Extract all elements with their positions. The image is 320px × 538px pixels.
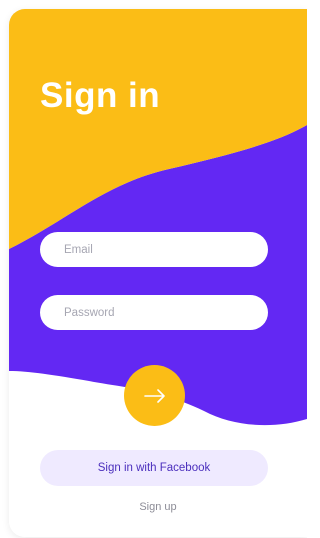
signup-link[interactable]: Sign up [9, 501, 307, 513]
facebook-signin-button[interactable]: Sign in with Facebook [40, 450, 268, 486]
arrow-right-icon [143, 388, 165, 403]
password-input[interactable] [40, 295, 268, 330]
email-input[interactable] [40, 232, 268, 267]
signin-screen: Sign in Sign in with Facebook Sign up [0, 0, 307, 538]
signin-card: Sign in Sign in with Facebook Sign up [9, 9, 307, 537]
submit-button[interactable] [124, 365, 185, 426]
page-title: Sign in [40, 76, 161, 115]
facebook-signin-label: Sign in with Facebook [97, 462, 211, 474]
